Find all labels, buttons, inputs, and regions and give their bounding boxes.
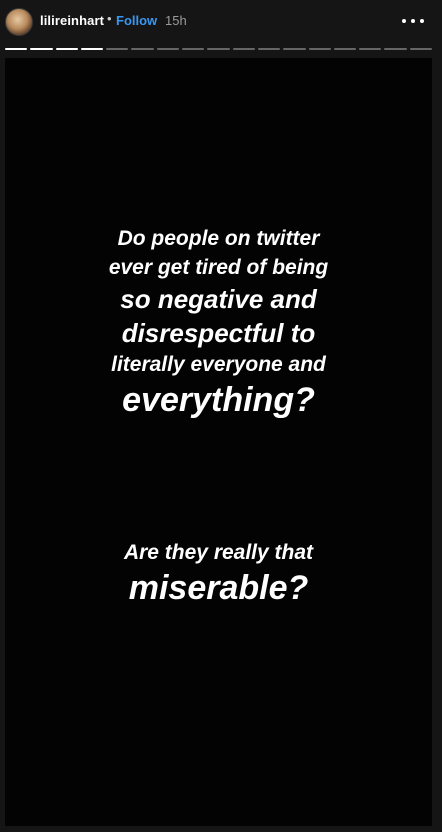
- progress-segment: [5, 48, 28, 50]
- story-header: lilireinhart • Follow 15h: [0, 0, 442, 44]
- story-text-paragraph-2: Are they really that miserable?: [5, 538, 432, 609]
- story-text-paragraph-1: Do people on twitter ever get tired of b…: [5, 224, 432, 421]
- progress-segment: [30, 48, 53, 50]
- profile-avatar[interactable]: [5, 8, 33, 36]
- story-text-line: Do people on twitter: [117, 227, 320, 250]
- progress-segment: [333, 48, 357, 50]
- story-content[interactable]: Do people on twitter ever get tired of b…: [5, 58, 432, 826]
- progress-segment: [182, 48, 205, 50]
- story-text-line: everything?: [122, 381, 315, 419]
- story-progress-bar: [5, 48, 433, 50]
- progress-segment: [232, 48, 255, 50]
- progress-segment: [80, 48, 104, 50]
- follow-button[interactable]: Follow: [116, 13, 157, 28]
- progress-segment: [359, 48, 382, 50]
- story-text-line: disrespectful to: [121, 318, 316, 348]
- separator-dot: •: [107, 11, 112, 26]
- more-options-icon[interactable]: [402, 13, 424, 29]
- more-dot-icon: [402, 19, 406, 23]
- username[interactable]: lilireinhart: [40, 13, 104, 28]
- progress-segment: [106, 48, 129, 50]
- post-time: 15h: [165, 13, 187, 28]
- progress-segment: [283, 48, 306, 50]
- progress-segment: [257, 48, 281, 50]
- progress-segment: [55, 48, 78, 50]
- progress-segment: [409, 48, 433, 50]
- progress-segment: [156, 48, 180, 50]
- more-dot-icon: [420, 19, 424, 23]
- more-dot-icon: [411, 19, 415, 23]
- story-text-line: Are they really that: [123, 541, 314, 564]
- progress-segment: [308, 48, 331, 50]
- progress-segment: [207, 48, 230, 50]
- story-text-line: literally everyone and: [111, 353, 326, 376]
- progress-segment: [384, 48, 407, 50]
- progress-segment: [131, 48, 154, 50]
- story-text-line: so negative and: [120, 284, 317, 314]
- story-text-line: miserable?: [128, 569, 309, 607]
- story-text-line: ever get tired of being: [108, 256, 329, 279]
